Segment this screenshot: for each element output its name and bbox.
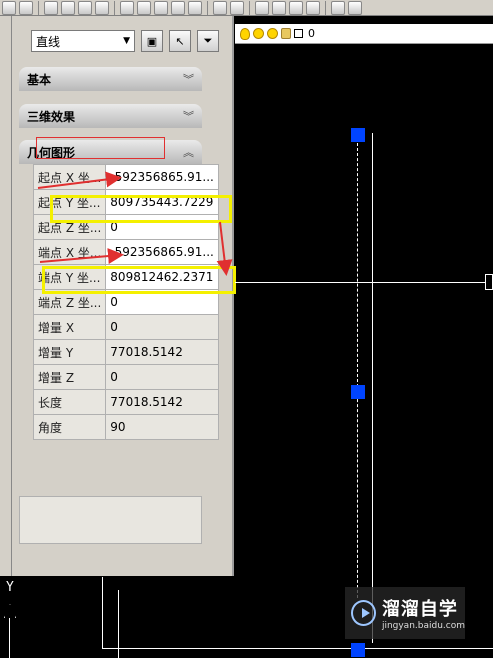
annotation-arrow-end-x — [39, 248, 124, 265]
drawing-frame-left[interactable] — [102, 577, 103, 649]
grip-start[interactable] — [351, 128, 365, 142]
grip-midpoint[interactable] — [351, 385, 365, 399]
ucs-y-label: Y — [6, 580, 14, 595]
watermark: 溜溜自学 jingyan.baidu.com — [345, 587, 465, 639]
crosshair-horizontal — [235, 282, 485, 283]
annotation-arrow-start-x — [37, 171, 122, 189]
drawing-frame-bottom[interactable] — [102, 648, 493, 649]
selected-line[interactable] — [357, 143, 358, 598]
ucs-y-axis — [9, 618, 10, 658]
annotation-arrows — [37, 171, 233, 276]
watermark-text-group: 溜溜自学 jingyan.baidu.com — [382, 595, 465, 631]
crosshair-pickbox — [485, 274, 493, 290]
play-logo-icon — [351, 600, 376, 626]
drawing-inner-frame-left[interactable] — [118, 590, 119, 658]
watermark-url: jingyan.baidu.com — [381, 621, 465, 631]
grip-end[interactable] — [351, 643, 365, 657]
drawing-vertical-line[interactable] — [372, 133, 373, 643]
watermark-title: 溜溜自学 — [381, 599, 458, 620]
annotation-arrow-y-compare — [216, 221, 233, 276]
